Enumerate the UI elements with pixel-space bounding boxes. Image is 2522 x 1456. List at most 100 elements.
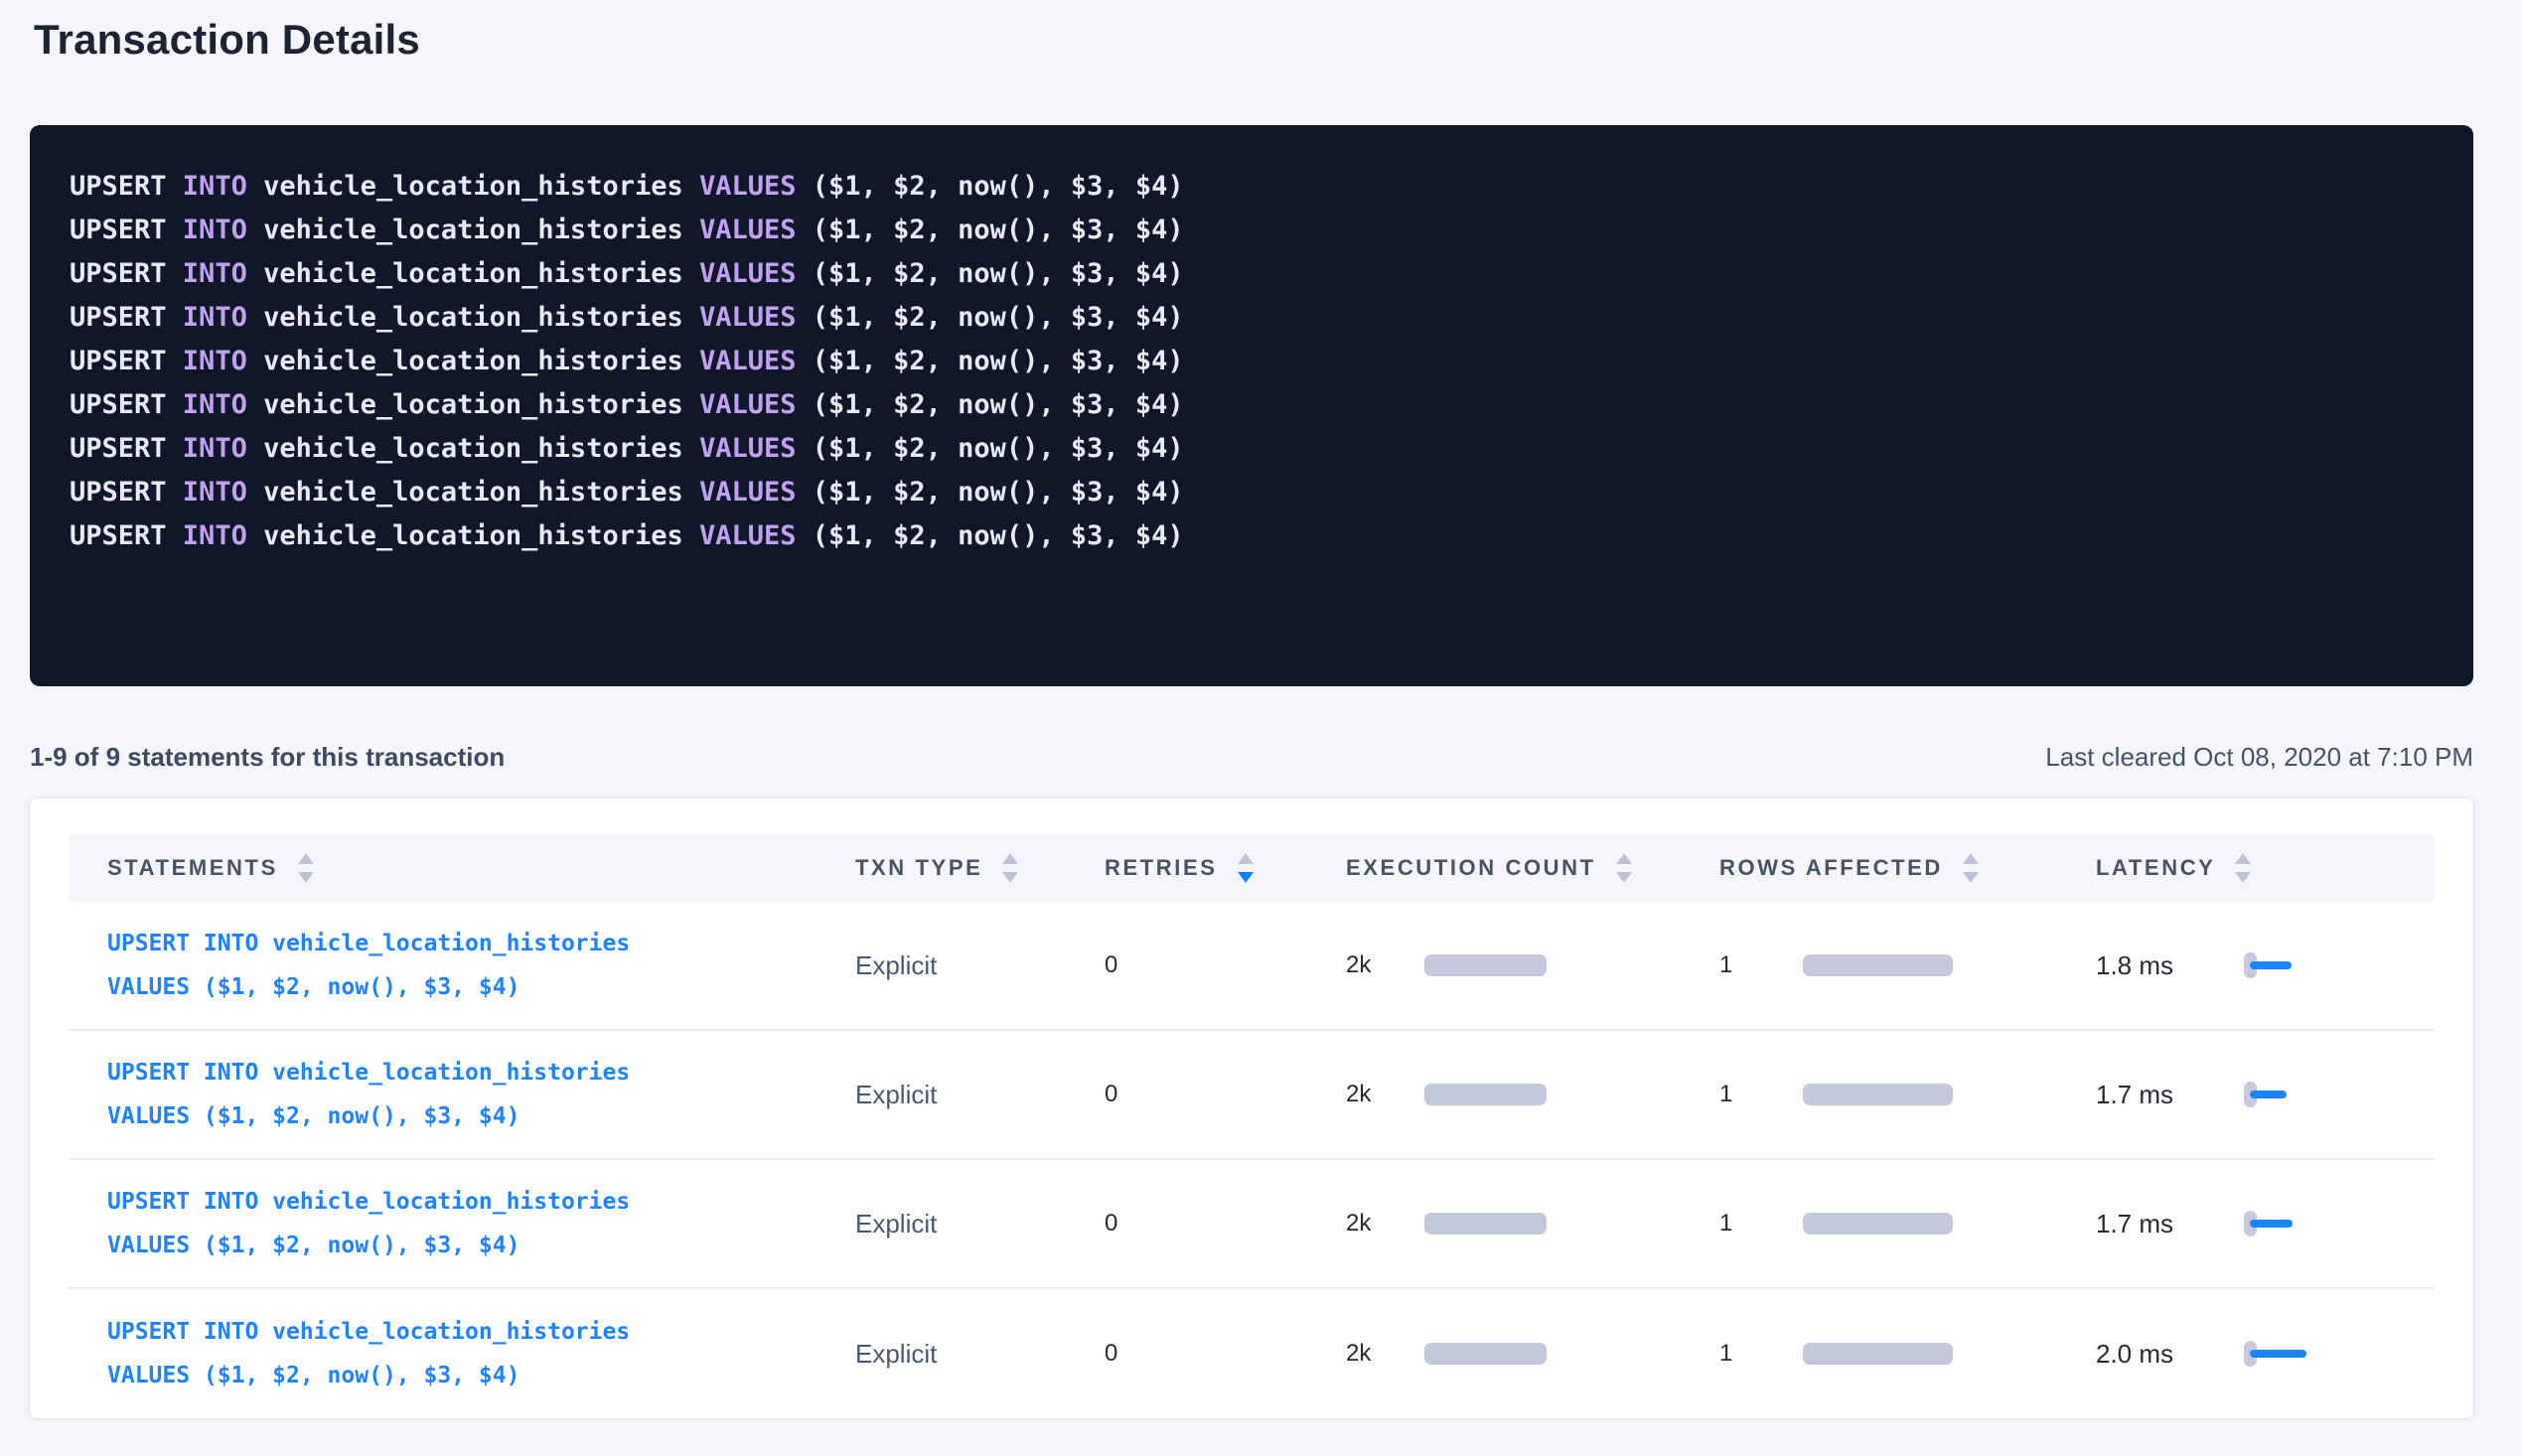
sql-code-line: UPSERT INTO vehicle_location_histories V…	[70, 296, 2434, 340]
statement-link[interactable]: UPSERT INTO vehicle_location_histories V…	[107, 1051, 855, 1138]
txn-type-cell: Explicit	[855, 1209, 1105, 1239]
rows-affected-value: 1	[1719, 1340, 1803, 1368]
execution-count-value: 2k	[1346, 1210, 1424, 1238]
sql-code-line: UPSERT INTO vehicle_location_histories V…	[70, 165, 2434, 209]
latency-cell: 1.8 ms	[2096, 950, 2435, 981]
rows-affected-cell: 1	[1719, 1210, 2096, 1238]
sort-arrows-icon	[1963, 853, 1979, 883]
table-meta-row: 1-9 of 9 statements for this transaction…	[30, 742, 2473, 773]
statement-link[interactable]: UPSERT INTO vehicle_location_histories V…	[107, 1310, 855, 1397]
execution-count-cell: 2k	[1346, 951, 1719, 979]
column-label: LATENCY	[2096, 855, 2215, 881]
execution-count-cell: 2k	[1346, 1340, 1719, 1368]
column-header-retries[interactable]: RETRIES	[1105, 853, 1346, 883]
column-label: ROWS AFFECTED	[1719, 855, 1943, 881]
sort-desc-icon	[1238, 872, 1254, 883]
latency-bar-chart	[2244, 952, 2323, 978]
sql-code-line: UPSERT INTO vehicle_location_histories V…	[70, 514, 2434, 558]
execution-count-bar	[1424, 954, 1547, 976]
sort-arrows-icon	[2235, 853, 2251, 883]
statement-line-2: VALUES ($1, $2, now(), $3, $4)	[107, 1354, 855, 1397]
execution-count-value: 2k	[1346, 951, 1424, 979]
latency-bar	[2250, 1350, 2306, 1358]
rows-affected-value: 1	[1719, 1081, 1803, 1108]
latency-value: 2.0 ms	[2096, 1339, 2244, 1370]
sort-asc-icon	[1963, 853, 1979, 864]
column-header-statements[interactable]: STATEMENTS	[107, 853, 855, 883]
statement-cell: UPSERT INTO vehicle_location_histories V…	[107, 1310, 855, 1397]
statement-cell: UPSERT INTO vehicle_location_histories V…	[107, 1180, 855, 1267]
statement-line-1: UPSERT INTO vehicle_location_histories	[107, 1051, 855, 1094]
column-header-latency[interactable]: LATENCY	[2096, 853, 2435, 883]
retries-cell: 0	[1105, 1340, 1346, 1368]
sort-arrows-icon	[298, 853, 314, 883]
sort-asc-icon	[1616, 853, 1632, 864]
execution-count-value: 2k	[1346, 1081, 1424, 1108]
column-header-execution-count[interactable]: EXECUTION COUNT	[1346, 853, 1719, 883]
statement-link[interactable]: UPSERT INTO vehicle_location_histories V…	[107, 1180, 855, 1267]
sort-desc-icon	[1002, 872, 1018, 883]
sql-code-line: UPSERT INTO vehicle_location_histories V…	[70, 252, 2434, 296]
rows-affected-bar	[1803, 1213, 1953, 1235]
sort-arrows-icon	[1002, 853, 1018, 883]
execution-count-cell: 2k	[1346, 1210, 1719, 1238]
column-label: EXECUTION COUNT	[1346, 855, 1596, 881]
latency-cell: 1.7 ms	[2096, 1209, 2435, 1239]
rows-affected-bar	[1803, 954, 1953, 976]
statement-cell: UPSERT INTO vehicle_location_histories V…	[107, 1051, 855, 1138]
latency-bar	[2250, 961, 2292, 969]
table-body: UPSERT INTO vehicle_location_histories V…	[69, 902, 2464, 1418]
rows-affected-value: 1	[1719, 951, 1803, 979]
execution-count-bar	[1424, 1084, 1547, 1105]
rows-affected-cell: 1	[1719, 1081, 2096, 1108]
latency-value: 1.7 ms	[2096, 1080, 2244, 1110]
last-cleared-text: Last cleared Oct 08, 2020 at 7:10 PM	[2045, 742, 2473, 773]
sql-code-line: UPSERT INTO vehicle_location_histories V…	[70, 383, 2434, 427]
execution-count-value: 2k	[1346, 1340, 1424, 1368]
sort-desc-icon	[1616, 872, 1632, 883]
sort-asc-icon	[1238, 853, 1254, 864]
latency-bar-chart	[2244, 1082, 2323, 1107]
page-title: Transaction Details	[34, 16, 2473, 64]
latency-cell: 1.7 ms	[2096, 1080, 2435, 1110]
sql-statements-box: UPSERT INTO vehicle_location_histories V…	[30, 125, 2473, 686]
statement-cell: UPSERT INTO vehicle_location_histories V…	[107, 922, 855, 1009]
statement-line-2: VALUES ($1, $2, now(), $3, $4)	[107, 965, 855, 1009]
execution-count-cell: 2k	[1346, 1081, 1719, 1108]
retries-cell: 0	[1105, 1081, 1346, 1108]
latency-bar-chart	[2244, 1211, 2323, 1237]
column-label: STATEMENTS	[107, 855, 278, 881]
sort-asc-icon	[1002, 853, 1018, 864]
sort-asc-icon	[2235, 853, 2251, 864]
table-row: UPSERT INTO vehicle_location_histories V…	[69, 902, 2435, 1031]
sort-desc-icon	[1963, 872, 1979, 883]
sort-arrows-icon	[1616, 853, 1632, 883]
rows-affected-cell: 1	[1719, 951, 2096, 979]
column-header-txn-type[interactable]: TXN TYPE	[855, 853, 1105, 883]
latency-cell: 2.0 ms	[2096, 1339, 2435, 1370]
sort-arrows-icon	[1238, 853, 1254, 883]
execution-count-bar	[1424, 1343, 1547, 1365]
latency-bar-chart	[2244, 1341, 2323, 1367]
table-row: UPSERT INTO vehicle_location_histories V…	[69, 1160, 2435, 1289]
sort-desc-icon	[2235, 872, 2251, 883]
latency-bar	[2250, 1091, 2287, 1098]
sort-desc-icon	[298, 872, 314, 883]
sql-code-line: UPSERT INTO vehicle_location_histories V…	[70, 209, 2434, 252]
statements-summary: 1-9 of 9 statements for this transaction	[30, 742, 505, 773]
column-header-rows-affected[interactable]: ROWS AFFECTED	[1719, 853, 2096, 883]
txn-type-cell: Explicit	[855, 950, 1105, 981]
sql-code-line: UPSERT INTO vehicle_location_histories V…	[70, 471, 2434, 514]
statements-table: STATEMENTS TXN TYPE RETRIESEXECUTION COUNT…	[30, 799, 2473, 1418]
statement-line-2: VALUES ($1, $2, now(), $3, $4)	[107, 1224, 855, 1267]
latency-value: 1.8 ms	[2096, 950, 2244, 981]
column-label: TXN TYPE	[855, 855, 982, 881]
statement-link[interactable]: UPSERT INTO vehicle_location_histories V…	[107, 922, 855, 1009]
execution-count-bar	[1424, 1213, 1547, 1235]
sql-code: UPSERT INTO vehicle_location_histories V…	[70, 165, 2434, 558]
statement-line-1: UPSERT INTO vehicle_location_histories	[107, 922, 855, 965]
retries-cell: 0	[1105, 1210, 1346, 1238]
rows-affected-value: 1	[1719, 1210, 1803, 1238]
rows-affected-cell: 1	[1719, 1340, 2096, 1368]
latency-value: 1.7 ms	[2096, 1209, 2244, 1239]
